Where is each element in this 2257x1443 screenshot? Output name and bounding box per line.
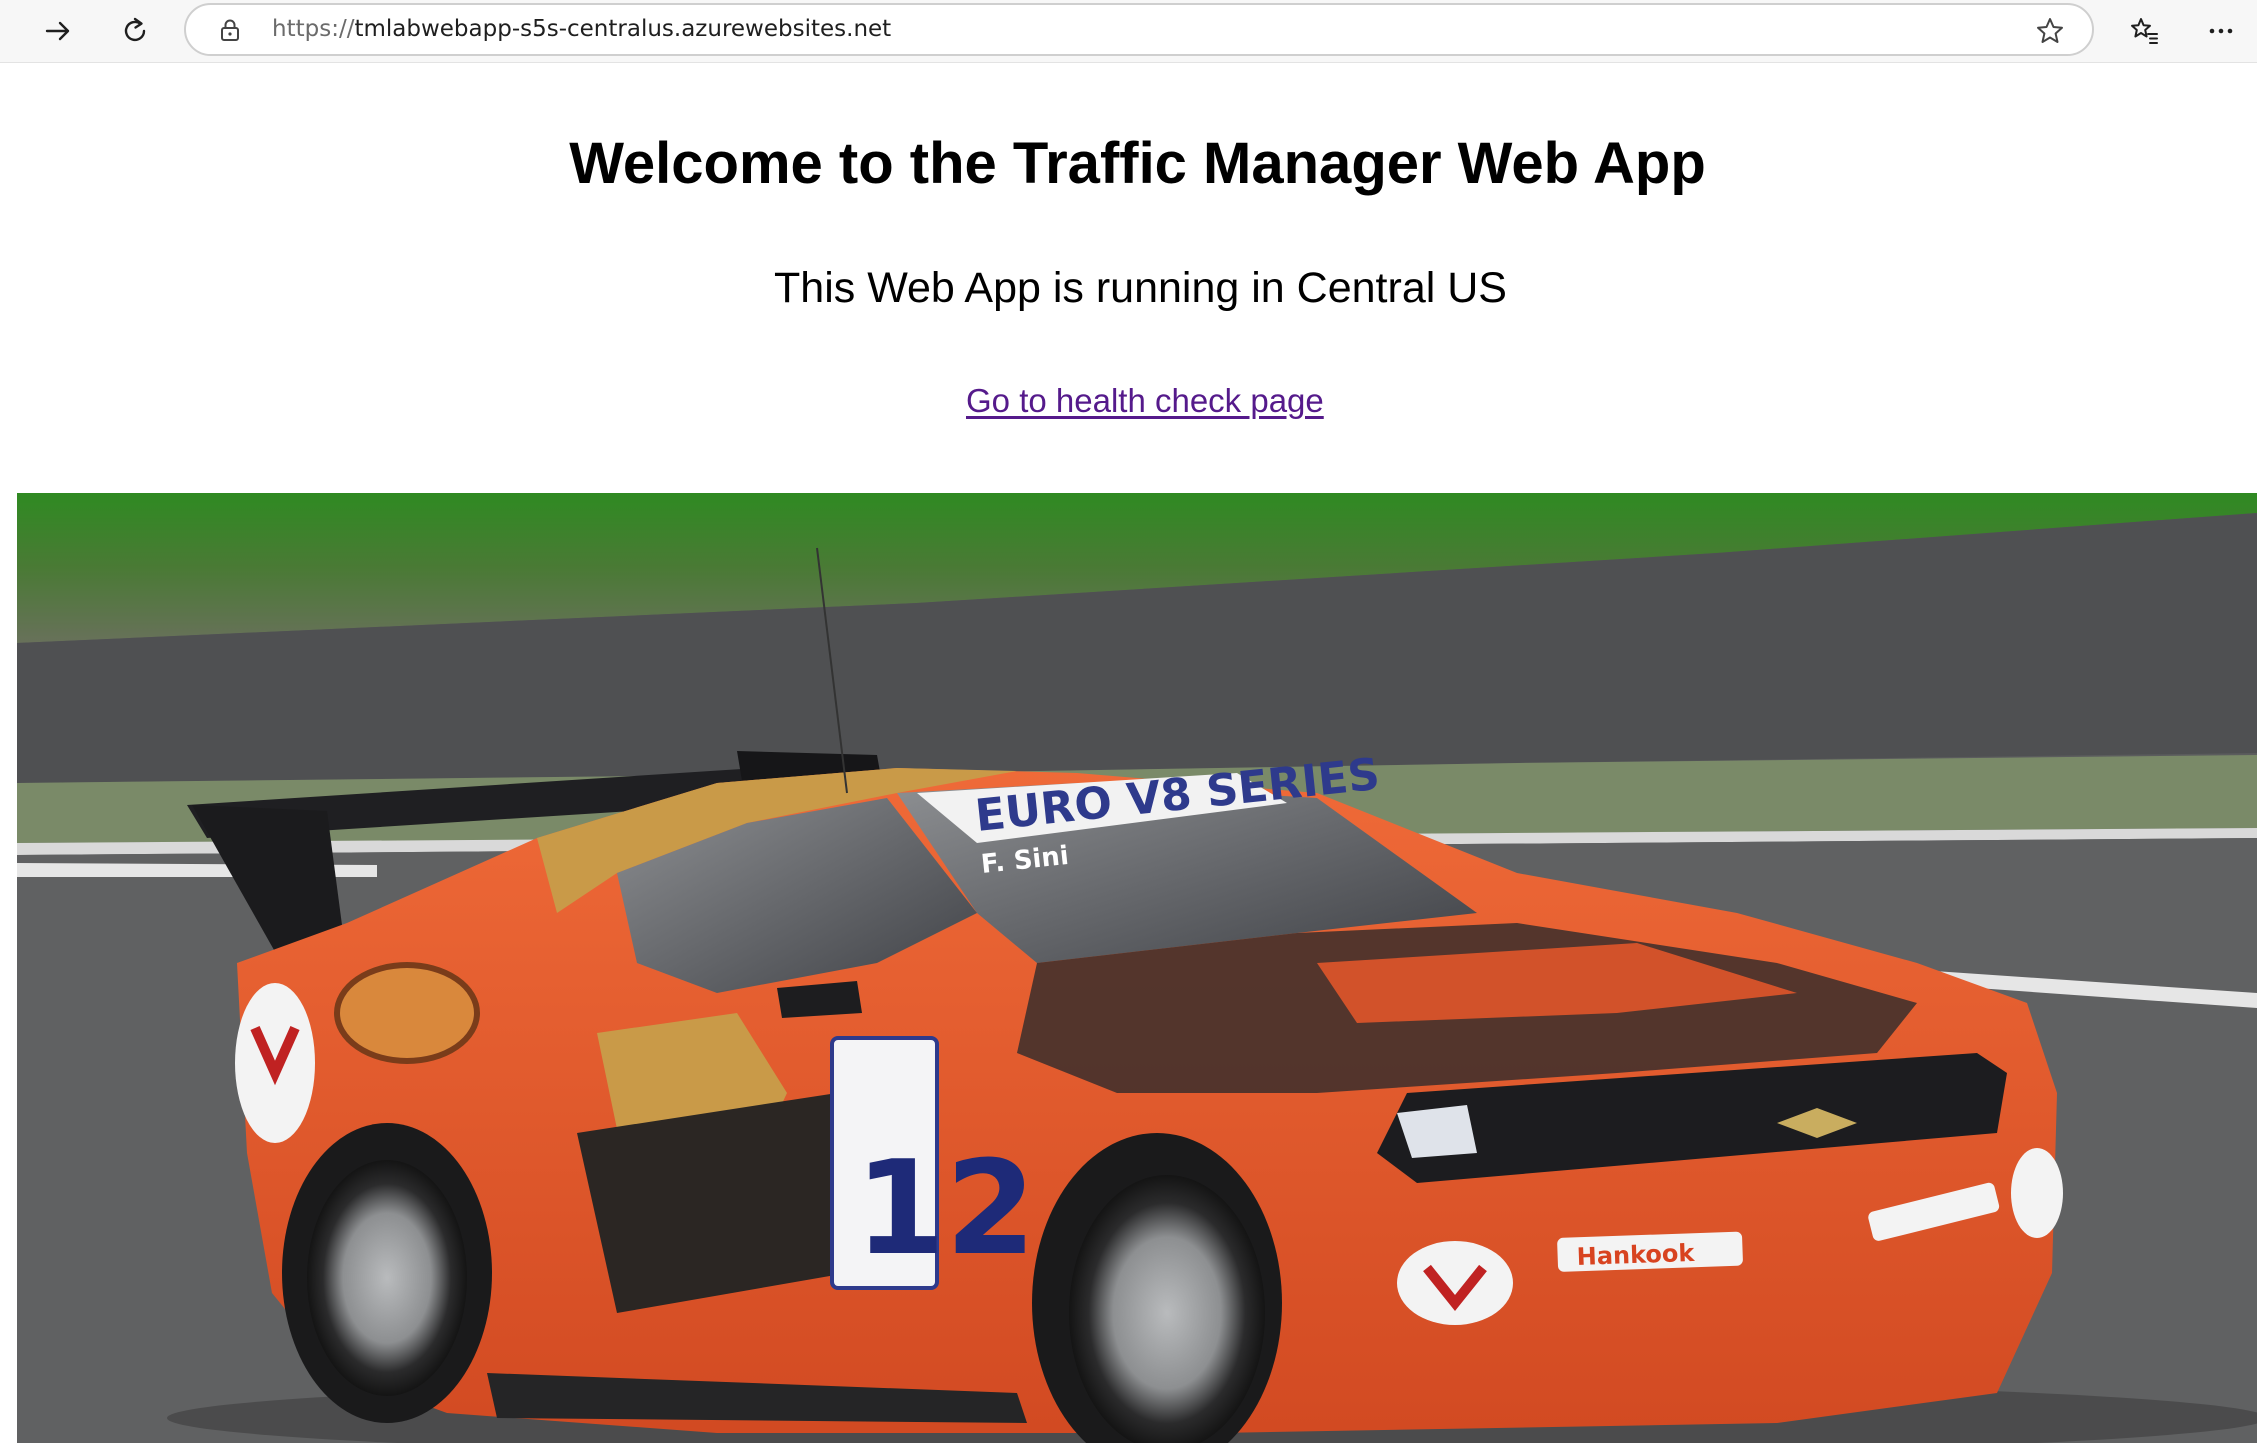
refresh-icon (124, 17, 146, 42)
race-car-photo: EURO V8 SERIES F. Sini 12 Hankook (17, 493, 2257, 1443)
forward-button[interactable] (33, 6, 83, 56)
car-number: 12 (855, 1132, 1036, 1284)
more-icon (2209, 28, 2233, 34)
forward-arrow-icon (45, 21, 70, 41)
health-check-link[interactable]: Go to health check page (966, 382, 1324, 420)
svg-text:Hankook: Hankook (1576, 1239, 1696, 1271)
more-button[interactable] (2196, 6, 2246, 56)
star-icon[interactable] (2034, 15, 2066, 47)
page-title: Welcome to the Traffic Manager Web App (569, 131, 1706, 196)
favorites-button[interactable] (2119, 6, 2169, 56)
race-car-image: EURO V8 SERIES F. Sini 12 Hankook (17, 493, 2257, 1443)
url-text[interactable]: https://tmlabwebapp-s5s-centralus.azurew… (272, 5, 891, 54)
lock-icon[interactable] (217, 17, 243, 43)
browser-toolbar: https://tmlabwebapp-s5s-centralus.azurew… (0, 0, 2257, 63)
favorites-icon (2131, 18, 2158, 44)
url-host: tmlabwebapp-s5s-centralus.azurewebsites.… (354, 16, 892, 42)
address-bar[interactable]: https://tmlabwebapp-s5s-centralus.azurew… (184, 3, 2094, 56)
refresh-button[interactable] (110, 6, 160, 56)
region-text: This Web App is running in Central US (774, 264, 1507, 312)
url-scheme: https:// (272, 16, 355, 42)
